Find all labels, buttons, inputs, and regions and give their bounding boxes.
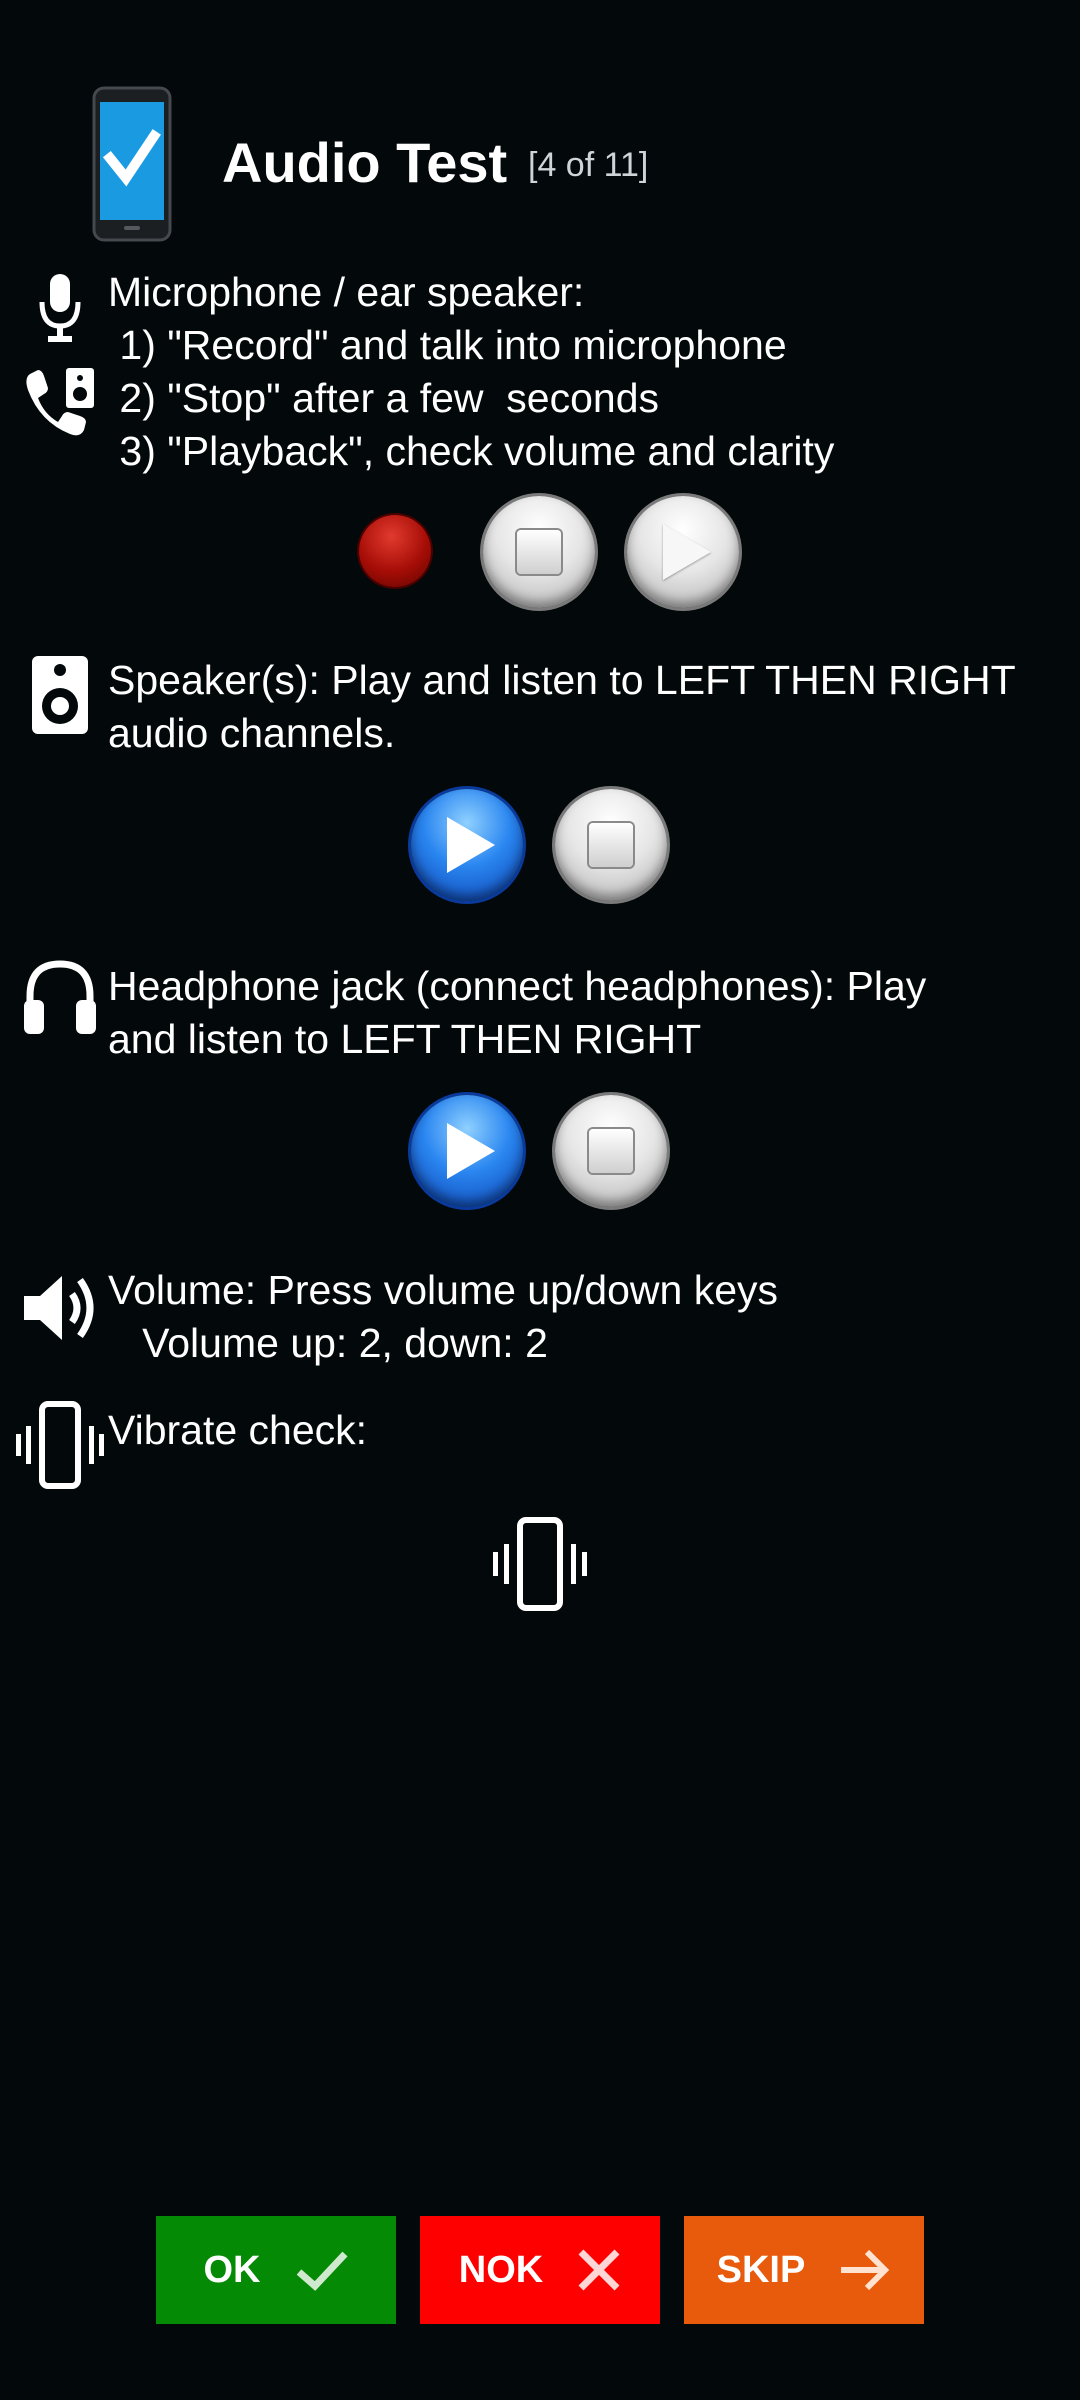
play-icon — [663, 524, 711, 580]
ok-button[interactable]: OK — [156, 2216, 396, 2324]
speaker-line-1: Speaker(s): Play and listen to LEFT THEN… — [108, 657, 1016, 703]
page-title: Audio Test — [222, 131, 508, 194]
stop-icon — [517, 530, 561, 574]
skip-label: SKIP — [716, 2248, 806, 2291]
play-icon — [447, 817, 495, 873]
speaker-icon — [30, 654, 90, 736]
close-icon — [578, 2249, 620, 2291]
skip-button[interactable]: SKIP — [684, 2216, 924, 2324]
vibrate-icon — [14, 1398, 106, 1492]
microphone-line-1: Microphone / ear speaker: — [108, 269, 585, 315]
volume-line-1: Volume: Press volume up/down keys — [108, 1267, 778, 1313]
volume-line-2: Volume up: 2, down: 2 — [108, 1320, 548, 1366]
stop-icon — [589, 823, 633, 867]
play-icon — [447, 1123, 495, 1179]
headphones-icon — [22, 956, 98, 1036]
volume-icon — [22, 1270, 100, 1346]
vibrate-label: Vibrate check: — [108, 1407, 368, 1453]
vibrate-button[interactable] — [484, 1508, 596, 1620]
mic-stop-button[interactable] — [483, 496, 595, 608]
arrow-right-icon — [841, 2249, 890, 2291]
playback-button[interactable] — [627, 496, 739, 608]
test-counter: [4 of 11] — [528, 146, 649, 184]
check-icon — [296, 2251, 348, 2291]
headphone-line-2: and listen to LEFT THEN RIGHT — [108, 1016, 702, 1062]
microphone-icon — [38, 272, 82, 344]
nok-button[interactable]: NOK — [420, 2216, 660, 2324]
microphone-line-2: 1) "Record" and talk into microphone — [108, 322, 787, 368]
headphone-line-1: Headphone jack (connect headphones): Pla… — [108, 963, 927, 1009]
phone-speaker-icon — [22, 364, 98, 440]
speaker-play-button[interactable] — [411, 789, 523, 901]
stop-icon — [589, 1129, 633, 1173]
speaker-stop-button[interactable] — [555, 789, 667, 901]
speaker-line-2: audio channels. — [108, 710, 396, 756]
headphone-play-button[interactable] — [411, 1095, 523, 1207]
headphone-stop-button[interactable] — [555, 1095, 667, 1207]
microphone-line-4: 3) "Playback", check volume and clarity — [108, 428, 835, 474]
record-button[interactable] — [359, 515, 431, 587]
nok-label: NOK — [458, 2248, 544, 2291]
vibrate-icon — [493, 1517, 587, 1611]
microphone-line-3: 2) "Stop" after a few seconds — [108, 375, 659, 421]
ok-label: OK — [203, 2248, 261, 2291]
phone-check-icon — [92, 86, 172, 242]
